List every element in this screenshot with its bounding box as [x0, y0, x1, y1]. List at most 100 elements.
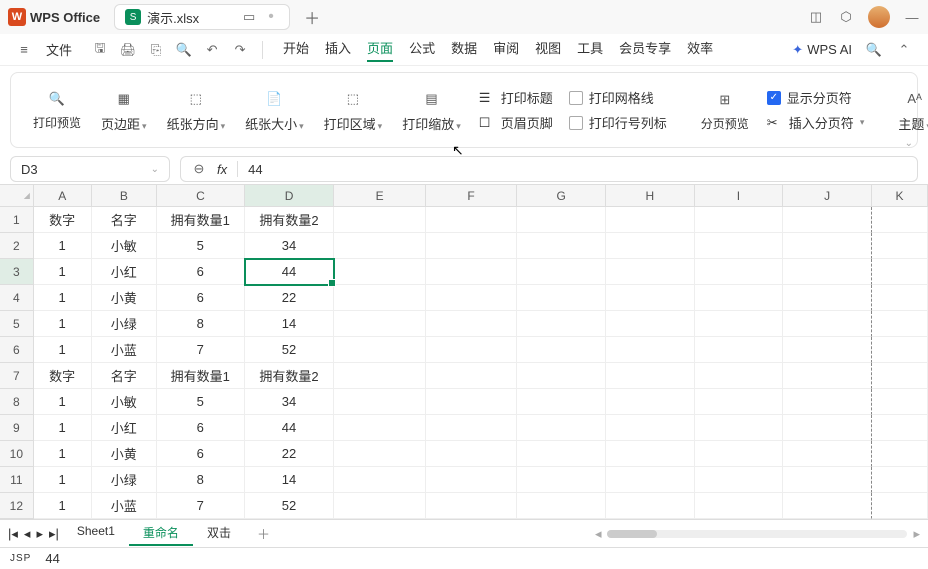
cell[interactable]: [872, 363, 928, 389]
save-icon[interactable]: 🖫: [92, 42, 108, 58]
cell[interactable]: [695, 337, 784, 363]
column-header[interactable]: G: [517, 185, 606, 207]
column-header[interactable]: C: [157, 185, 245, 207]
tab-页面[interactable]: 页面: [367, 38, 393, 62]
cell[interactable]: [517, 259, 606, 285]
cell[interactable]: 小红: [92, 415, 157, 441]
cell[interactable]: [334, 285, 425, 311]
cell[interactable]: [695, 259, 784, 285]
column-header[interactable]: I: [695, 185, 784, 207]
cell[interactable]: [872, 493, 928, 519]
cell[interactable]: [872, 233, 928, 259]
cell[interactable]: 7: [157, 493, 245, 519]
cell[interactable]: 52: [245, 493, 335, 519]
cell[interactable]: [695, 363, 784, 389]
cell[interactable]: [695, 311, 784, 337]
row-header[interactable]: 1: [0, 207, 34, 233]
cell[interactable]: 小蓝: [92, 493, 157, 519]
cell[interactable]: 拥有数量2: [245, 363, 335, 389]
add-sheet-button[interactable]: ＋: [249, 524, 278, 543]
column-header[interactable]: J: [783, 185, 872, 207]
cell[interactable]: 名字: [92, 207, 157, 233]
cell[interactable]: [334, 337, 425, 363]
cell[interactable]: [517, 337, 606, 363]
cell[interactable]: [783, 233, 872, 259]
cell[interactable]: 小黄: [92, 441, 157, 467]
select-all-corner[interactable]: [0, 185, 34, 207]
cell[interactable]: 52: [245, 337, 335, 363]
spreadsheet-grid[interactable]: ABCDEFGHIJK 1数字名字拥有数量1拥有数量221小敏53431小红64…: [0, 184, 928, 519]
avatar[interactable]: [868, 6, 890, 28]
preview-icon[interactable]: 🔍: [176, 42, 192, 58]
export-icon[interactable]: 🖨: [120, 42, 136, 58]
cell[interactable]: 拥有数量2: [245, 207, 335, 233]
cell[interactable]: [783, 259, 872, 285]
row-header[interactable]: 6: [0, 337, 34, 363]
cell[interactable]: [426, 259, 517, 285]
sheet-tab[interactable]: 双击: [193, 521, 245, 546]
print-preview-button[interactable]: 🔍打印预览: [23, 86, 91, 133]
cell[interactable]: [606, 207, 695, 233]
hamburger-icon[interactable]: ≡: [16, 42, 32, 58]
print-icon[interactable]: ⎘: [148, 42, 164, 58]
show-breaks-checkbox[interactable]: ✓显示分页符: [767, 88, 865, 107]
cell[interactable]: [334, 311, 425, 337]
cell[interactable]: [606, 415, 695, 441]
cell[interactable]: [606, 285, 695, 311]
cell[interactable]: [334, 441, 425, 467]
cell[interactable]: [517, 233, 606, 259]
cell[interactable]: [334, 207, 425, 233]
cell[interactable]: [426, 415, 517, 441]
cell[interactable]: [334, 363, 425, 389]
cell[interactable]: [872, 467, 928, 493]
cell[interactable]: [426, 467, 517, 493]
tab-开始[interactable]: 开始: [283, 38, 309, 62]
cell[interactable]: [334, 389, 425, 415]
cell[interactable]: 6: [157, 441, 245, 467]
cell[interactable]: 14: [245, 467, 335, 493]
cell[interactable]: [606, 441, 695, 467]
cell[interactable]: 34: [245, 233, 335, 259]
cell[interactable]: [426, 285, 517, 311]
cell[interactable]: 8: [157, 311, 245, 337]
column-header[interactable]: F: [426, 185, 517, 207]
cell[interactable]: 1: [34, 467, 92, 493]
cell[interactable]: [872, 285, 928, 311]
cell[interactable]: [426, 441, 517, 467]
sheet-tab[interactable]: Sheet1: [63, 521, 129, 546]
cell[interactable]: [783, 415, 872, 441]
cell[interactable]: 小绿: [92, 311, 157, 337]
cell[interactable]: 44: [245, 259, 335, 285]
cell[interactable]: 小绿: [92, 467, 157, 493]
row-header[interactable]: 3: [0, 259, 34, 285]
cell[interactable]: 名字: [92, 363, 157, 389]
horizontal-scrollbar[interactable]: [607, 530, 907, 538]
tab-会员专享[interactable]: 会员专享: [619, 38, 671, 62]
cell[interactable]: [517, 467, 606, 493]
cell[interactable]: [517, 389, 606, 415]
column-header[interactable]: B: [92, 185, 157, 207]
print-area-button[interactable]: ⬚打印区域▾: [314, 86, 393, 135]
redo-icon[interactable]: ↷: [232, 42, 248, 58]
tab-视图[interactable]: 视图: [535, 38, 561, 62]
window-copy-icon[interactable]: ◫: [808, 9, 824, 25]
row-header[interactable]: 10: [0, 441, 34, 467]
chevron-up-icon[interactable]: ⌃: [896, 42, 912, 58]
cell[interactable]: 1: [34, 493, 92, 519]
cell[interactable]: [695, 441, 784, 467]
row-header[interactable]: 9: [0, 415, 34, 441]
cell[interactable]: [426, 337, 517, 363]
cell[interactable]: 1: [34, 441, 92, 467]
cell[interactable]: [426, 389, 517, 415]
cube-icon[interactable]: ⬡: [838, 9, 854, 25]
formula-bar[interactable]: ⊖ fx 44: [180, 156, 918, 182]
tab-menu-icon[interactable]: ▭: [241, 9, 257, 25]
orientation-button[interactable]: ⬚纸张方向▾: [157, 86, 236, 135]
column-header[interactable]: E: [334, 185, 425, 207]
cell[interactable]: [695, 415, 784, 441]
fx-icon[interactable]: fx: [217, 162, 227, 177]
add-tab-button[interactable]: ＋: [304, 9, 320, 25]
column-header[interactable]: A: [34, 185, 92, 207]
name-box[interactable]: D3⌄: [10, 156, 170, 182]
cell[interactable]: [872, 259, 928, 285]
